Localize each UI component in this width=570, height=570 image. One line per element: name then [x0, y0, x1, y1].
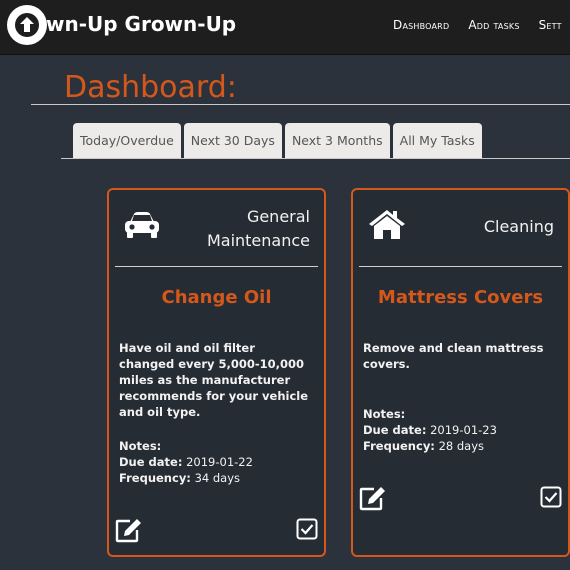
frequency-value: 28 days — [438, 439, 485, 453]
card-divider — [359, 266, 562, 267]
card-meta: Notes: Due date: 2019-01-22 Frequency: 3… — [119, 438, 253, 486]
brand-title[interactable]: wn-Up Grown-Up — [46, 12, 236, 36]
notes-label: Notes: — [363, 407, 406, 421]
nav-links: Dashboard Add tasks Sett — [393, 18, 562, 32]
edit-icon — [115, 519, 141, 543]
card-divider — [115, 266, 318, 267]
edit-task-button[interactable] — [359, 485, 387, 515]
tab-next-30-days[interactable]: Next 30 Days — [183, 123, 282, 158]
card-description: Remove and clean mattress covers. — [363, 341, 544, 371]
tab-next-3-months[interactable]: Next 3 Months — [284, 123, 390, 158]
tab-all-my-tasks[interactable]: All My Tasks — [392, 123, 482, 158]
arrow-up-icon — [15, 13, 39, 37]
task-range-tabs: Today/Overdue Next 30 Days Next 3 Months… — [73, 123, 482, 158]
nav-link-dashboard[interactable]: Dashboard — [393, 18, 449, 32]
checkbox-icon — [296, 518, 318, 540]
due-value: 2019-01-22 — [186, 455, 253, 469]
page-title: Dashboard: — [64, 70, 237, 105]
due-value: 2019-01-23 — [430, 423, 497, 437]
complete-task-button[interactable] — [296, 518, 318, 544]
card-title: Change Oil — [161, 287, 272, 308]
task-card: Cleaning Mattress Covers Remove and clea… — [351, 188, 570, 557]
edit-icon — [359, 487, 385, 511]
card-category: Cleaning — [484, 215, 554, 239]
navbar: wn-Up Grown-Up Dashboard Add tasks Sett — [0, 0, 570, 55]
edit-task-button[interactable] — [115, 517, 143, 547]
category-line: Cleaning — [483, 217, 554, 236]
card-meta: Notes: Due date: 2019-01-23 Frequency: 2… — [363, 406, 497, 454]
category-line: General — [246, 207, 310, 226]
notes-label: Notes: — [119, 439, 162, 453]
nav-link-settings[interactable]: Sett — [539, 18, 562, 32]
home-logo[interactable] — [7, 5, 47, 45]
card-category: General Maintenance — [207, 205, 310, 253]
category-line: Maintenance — [206, 231, 310, 250]
card-title: Mattress Covers — [377, 287, 544, 308]
car-icon — [123, 210, 161, 244]
house-icon — [367, 207, 407, 245]
task-card: General Maintenance Change Oil Have oil … — [107, 188, 326, 557]
card-description: Have oil and oil filter changed every 5,… — [119, 341, 309, 419]
due-label: Due date: — [363, 423, 427, 437]
tabs-divider — [61, 158, 570, 159]
frequency-value: 34 days — [194, 471, 241, 485]
nav-link-add-tasks[interactable]: Add tasks — [468, 18, 519, 32]
frequency-label: Frequency: — [119, 471, 191, 485]
complete-task-button[interactable] — [540, 486, 562, 512]
checkbox-icon — [540, 486, 562, 508]
frequency-label: Frequency: — [363, 439, 435, 453]
due-label: Due date: — [119, 455, 183, 469]
title-divider — [31, 104, 570, 105]
tab-today-overdue[interactable]: Today/Overdue — [73, 123, 181, 158]
